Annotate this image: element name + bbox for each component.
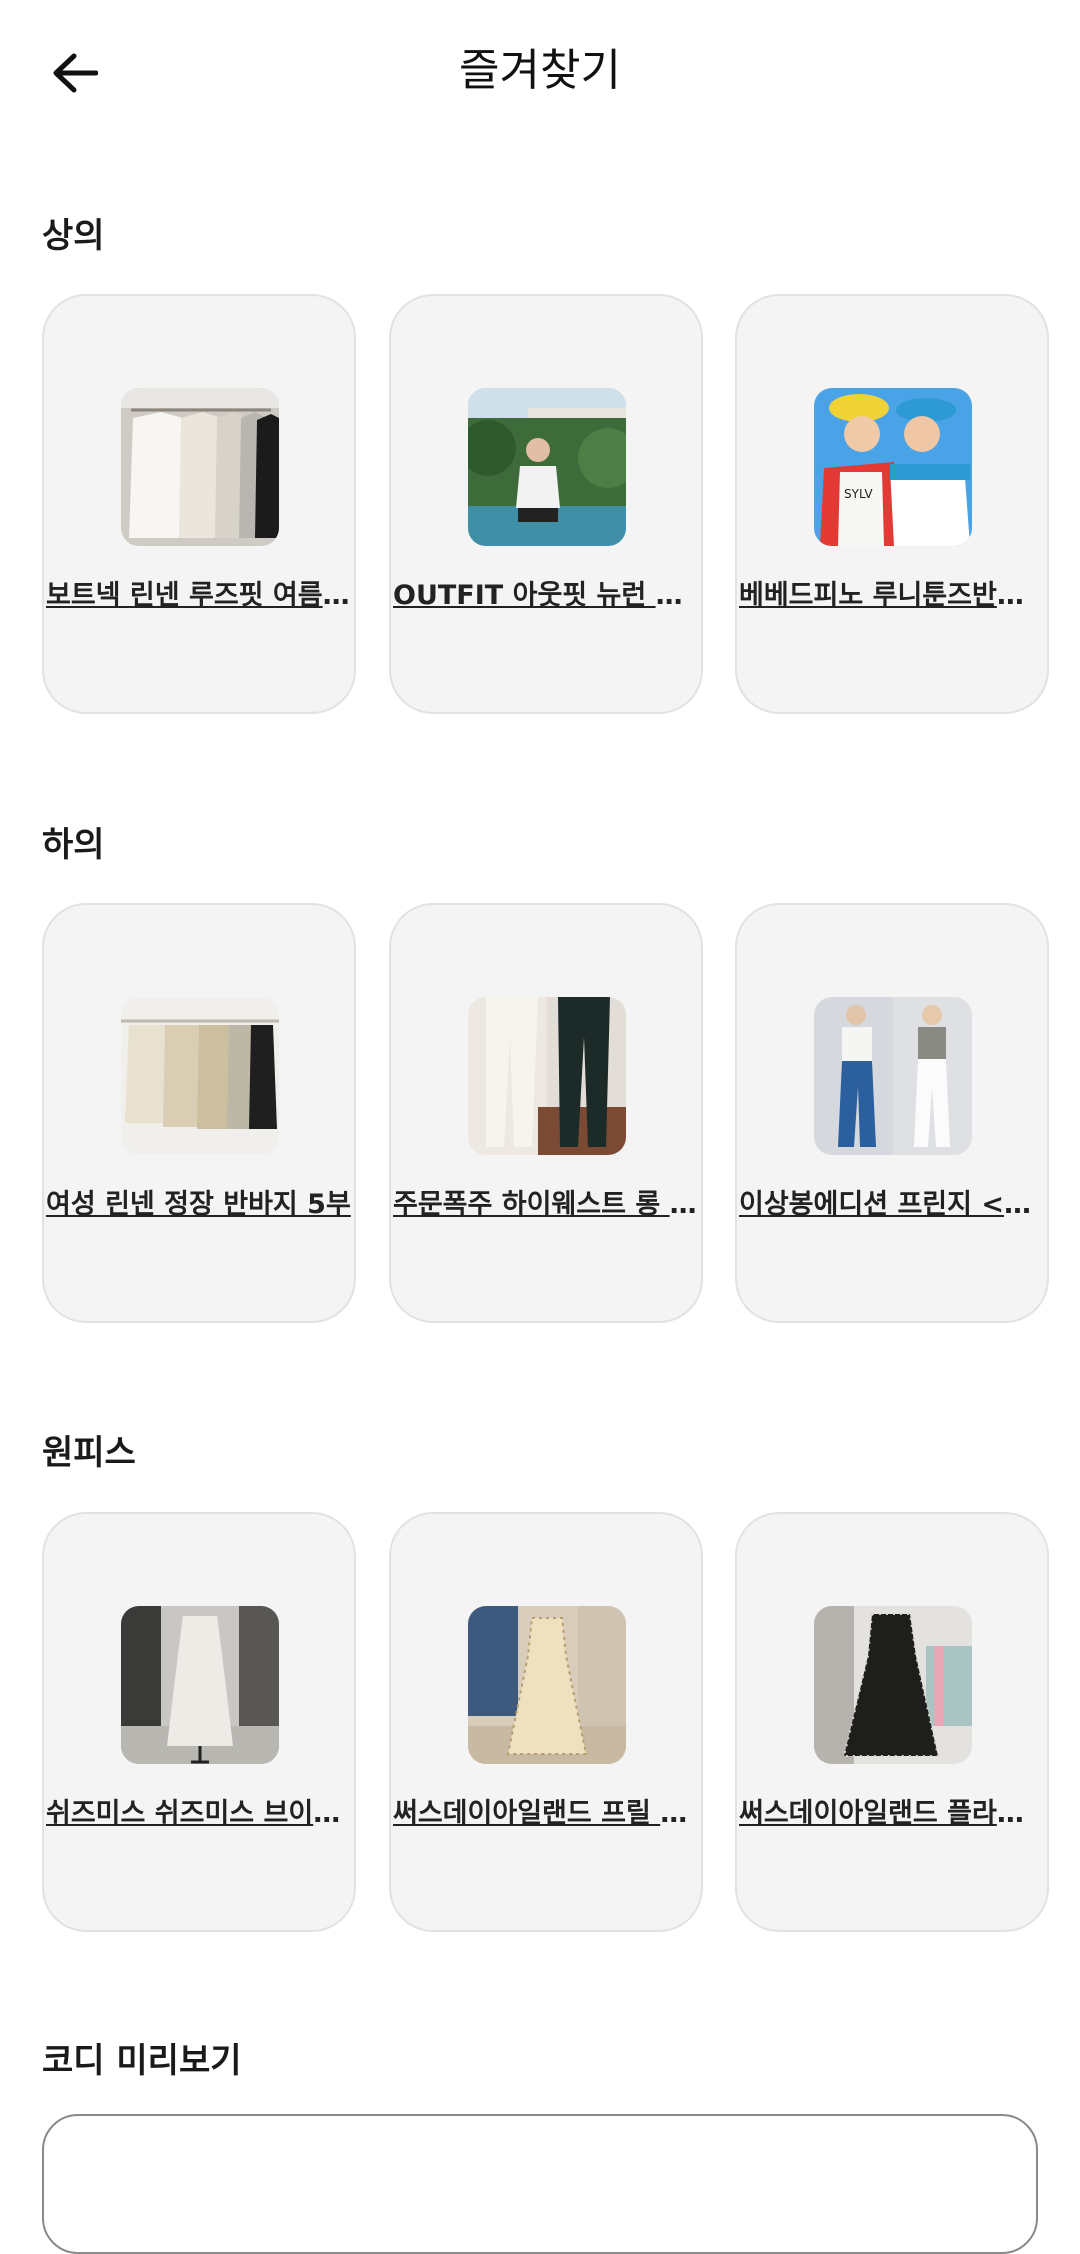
product-thumbnail [121,388,279,546]
favorite-item-card[interactable]: 여성 린넨 정장 반바지 5부 [42,903,356,1323]
favorite-item-card[interactable]: 쉬즈미스 쉬즈미스 브이넥 원피스 [42,1512,356,1932]
favorite-item-card[interactable]: 보트넥 린넨 루즈핏 여름니트 [42,294,356,714]
product-thumbnail: SYLV [814,388,972,546]
product-name-link[interactable]: 써스데이아일랜드 플라워 원피스 [737,1796,1047,1832]
section-title-bottoms: 하의 [42,825,105,865]
section-title-dresses: 원피스 [42,1433,136,1473]
section-title-tops: 상의 [42,216,105,256]
favorite-item-card[interactable]: 써스데이아일랜드 프릴 원피스 [389,1512,703,1932]
favorites-grid-bottoms: 여성 린넨 정장 반바지 5부 주문폭주 하이웨스트 롱 팬츠 이상봉에디션 프… [42,903,1050,1323]
favorite-item-card[interactable]: SYLV 베베드피노 루니툰즈반팔티셔츠 [735,294,1049,714]
favorite-item-card[interactable]: 써스데이아일랜드 플라워 원피스 [735,1512,1049,1932]
favorites-grid-tops: 보트넥 린넨 루즈핏 여름니트 OUTFIT 아웃핏 뉴런 <b>오버핏 맨투맨… [42,294,1050,714]
product-name-link[interactable]: 쉬즈미스 쉬즈미스 브이넥 원피스 [44,1796,354,1832]
product-thumbnail [121,1606,279,1764]
product-thumbnail [814,1606,972,1764]
product-thumbnail [814,997,972,1155]
product-name-link[interactable]: 주문폭주 하이웨스트 롱 팬츠 [391,1187,701,1223]
product-thumbnail [468,1606,626,1764]
app-header: 즐겨찾기 [0,0,1080,150]
coordi-preview-area[interactable] [42,2114,1038,2254]
product-name-link[interactable]: OUTFIT 아웃핏 뉴런 <b>오버핏 맨투맨</b> [391,578,701,614]
product-name-link[interactable]: 써스데이아일랜드 프릴 원피스 [391,1796,701,1832]
favorites-grid-dresses: 쉬즈미스 쉬즈미스 브이넥 원피스 써스데이아일랜드 프릴 원피스 [42,1512,1050,1932]
favorite-item-card[interactable]: 주문폭주 하이웨스트 롱 팬츠 [389,903,703,1323]
preview-title: 코디 미리보기 [42,2041,242,2081]
product-name-link[interactable]: 이상봉에디션 프린지 <b>데님 팬츠</b> [737,1187,1047,1223]
product-name-link[interactable]: 베베드피노 루니툰즈반팔티셔츠 [737,578,1047,614]
favorite-item-card[interactable]: OUTFIT 아웃핏 뉴런 <b>오버핏 맨투맨</b> [389,294,703,714]
favorite-item-card[interactable]: 이상봉에디션 프린지 <b>데님 팬츠</b> [735,903,1049,1323]
product-name-link[interactable]: 보트넥 린넨 루즈핏 여름니트 [44,578,354,614]
page-title: 즐겨찾기 [459,45,621,96]
svg-text:SYLV: SYLV [844,487,873,501]
product-thumbnail [468,997,626,1155]
product-thumbnail [468,388,626,546]
product-name-link[interactable]: 여성 린넨 정장 반바지 5부 [44,1187,354,1223]
product-thumbnail [121,997,279,1155]
